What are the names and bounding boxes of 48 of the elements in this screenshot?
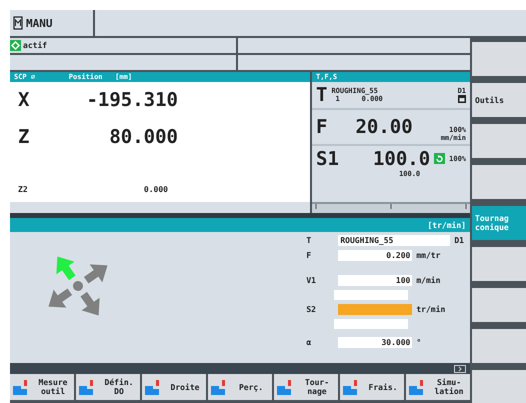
- manual-mode-icon: [13, 16, 23, 30]
- feed-label: F: [316, 116, 328, 138]
- axis-name: Z2: [18, 185, 29, 194]
- parameter-field[interactable]: 100: [338, 275, 412, 286]
- parameter-unit: m/min: [416, 276, 440, 285]
- parameter-field[interactable]: 30.000: [338, 337, 412, 348]
- parameter-unit: D1: [454, 236, 465, 245]
- softkey[interactable]: [472, 42, 526, 76]
- parameter-label: V1: [305, 276, 317, 285]
- parameter-unit: °: [416, 338, 422, 347]
- mode-label: MANU: [26, 16, 52, 30]
- softkey[interactable]: [472, 329, 526, 363]
- softkey[interactable]: [472, 370, 526, 403]
- spindle-rotation-icon: [434, 153, 446, 164]
- parameter-label: T: [305, 236, 312, 245]
- softkey[interactable]: [472, 247, 526, 281]
- softkey[interactable]: Frais.: [340, 374, 404, 400]
- softkey[interactable]: [472, 165, 526, 199]
- parameter-unit: mm/tr: [416, 251, 440, 260]
- tool-label: T: [316, 84, 328, 106]
- parameter-field[interactable]: ROUGHING_55: [338, 235, 450, 246]
- axis-position: -195.310: [85, 89, 178, 112]
- axis-position: 80.000: [108, 126, 178, 148]
- softkey[interactable]: Défin. DO: [76, 374, 140, 400]
- softkey[interactable]: Perç.: [208, 374, 272, 400]
- more-icon[interactable]: [454, 364, 466, 372]
- softkey[interactable]: Mesure outil: [10, 374, 74, 400]
- softkey[interactable]: Outils: [472, 83, 526, 117]
- parameter-label: S2: [305, 305, 317, 314]
- parameter-field[interactable]: [338, 304, 412, 315]
- parameter-field[interactable]: 0.200: [338, 250, 412, 261]
- softkey[interactable]: [472, 288, 526, 322]
- softkey[interactable]: Droite: [142, 374, 206, 400]
- feed-value: 20.00: [354, 116, 414, 138]
- speed-unit-header: [tr/min]: [427, 220, 466, 230]
- spindle-label: S1: [316, 148, 339, 170]
- parameter-label: F: [305, 251, 312, 260]
- window-icon: [458, 95, 466, 103]
- softkey[interactable]: [472, 124, 526, 158]
- softkey[interactable]: Tour- nage: [274, 374, 338, 400]
- axis-position: 0.000: [142, 185, 168, 194]
- softkey[interactable]: Simu- lation: [406, 374, 470, 400]
- channel-state: actif: [23, 41, 48, 50]
- axis-name: X: [18, 89, 30, 112]
- spindle-speed: 100.0: [372, 148, 430, 170]
- parameter-unit: tr/min: [416, 305, 446, 314]
- parameter-label: α: [305, 338, 312, 347]
- axis-name: Z: [18, 126, 30, 148]
